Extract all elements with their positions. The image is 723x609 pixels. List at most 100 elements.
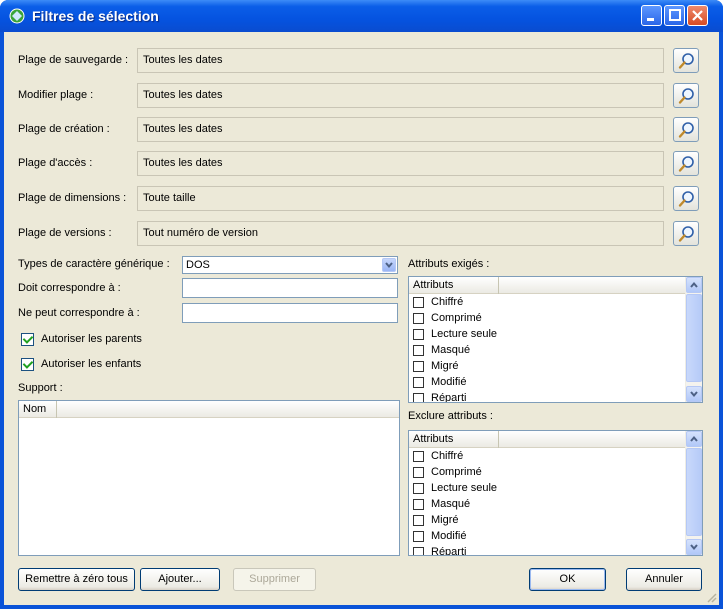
column-header-attributes[interactable]: Attributs [409, 431, 499, 448]
wildcard-value: DOS [186, 259, 210, 271]
magnifier-icon [678, 156, 694, 172]
attribute-label: Lecture seule [431, 328, 498, 340]
allow-parents-checkbox[interactable] [21, 333, 34, 346]
backup-range-field: Toutes les dates [137, 48, 664, 73]
close-button[interactable] [687, 5, 708, 26]
support-list[interactable]: Nom [18, 400, 400, 556]
creation-range-button[interactable] [673, 117, 699, 142]
size-range-field: Toute taille [137, 186, 664, 211]
attribute-label: Lecture seule [431, 482, 498, 494]
must-not-match-label: Ne peut correspondre à : [18, 307, 140, 319]
wildcard-select[interactable]: DOS [182, 256, 398, 274]
magnifier-icon [678, 191, 694, 207]
backup-range-button[interactable] [673, 48, 699, 73]
allow-children-checkbox[interactable] [21, 358, 34, 371]
exclude-attrs-header: Attributs [409, 431, 702, 448]
column-header-attributes[interactable]: Attributs [409, 277, 499, 294]
attribute-checkbox[interactable] [413, 483, 424, 494]
required-attrs-header: Attributs [409, 277, 702, 294]
required-attrs-label: Attributs exigés : [408, 258, 490, 270]
resize-grip-icon[interactable] [705, 591, 717, 603]
must-not-match-input[interactable] [182, 303, 398, 323]
reset-all-button[interactable]: Remettre à zéro tous [18, 568, 135, 591]
attribute-label: Réparti [431, 546, 467, 556]
version-range-field: Tout numéro de version [137, 221, 664, 246]
size-range-button[interactable] [673, 186, 699, 211]
attribute-checkbox[interactable] [413, 499, 424, 510]
attribute-checkbox[interactable] [413, 329, 424, 340]
attribute-checkbox[interactable] [413, 451, 424, 462]
modify-range-label: Modifier plage : [18, 89, 94, 101]
magnifier-icon [678, 122, 694, 138]
dropdown-arrow[interactable] [382, 258, 396, 272]
version-range-label: Plage de versions : [18, 227, 112, 239]
attribute-checkbox[interactable] [413, 467, 424, 478]
scroll-thumb[interactable] [686, 448, 702, 536]
wildcard-label: Types de caractère générique : [18, 258, 170, 270]
attribute-checkbox[interactable] [413, 345, 424, 356]
scroll-down-button[interactable] [686, 539, 702, 555]
version-range-button[interactable] [673, 221, 699, 246]
vertical-scrollbar[interactable] [685, 431, 702, 555]
exclude-attrs-list[interactable]: Attributs Chiffré Comprimé Lecture seule… [408, 430, 703, 556]
scroll-thumb[interactable] [686, 294, 702, 382]
app-icon [9, 8, 25, 24]
chevron-up-icon [690, 281, 698, 288]
dialog-window: Filtres de sélection Plage de sauvegarde… [0, 0, 723, 609]
scroll-down-button[interactable] [686, 386, 702, 402]
delete-button[interactable]: Supprimer [233, 568, 316, 591]
support-label: Support : [18, 382, 63, 394]
title-bar[interactable]: Filtres de sélection [0, 0, 723, 32]
magnifier-icon [678, 53, 694, 69]
window-title: Filtres de sélection [32, 8, 159, 24]
modify-range-field: Toutes les dates [137, 83, 664, 108]
attribute-label: Chiffré [431, 296, 464, 308]
exclude-attrs-label: Exclure attributs : [408, 410, 493, 422]
column-header-name[interactable]: Nom [19, 401, 57, 418]
ok-button[interactable]: OK [529, 568, 606, 591]
add-button[interactable]: Ajouter... [140, 568, 220, 591]
attribute-checkbox[interactable] [413, 361, 424, 372]
chevron-down-icon [385, 262, 393, 269]
support-list-header: Nom [19, 401, 399, 418]
attribute-checkbox[interactable] [413, 547, 424, 555]
chevron-up-icon [690, 435, 698, 442]
attribute-label: Migré [431, 514, 459, 526]
minimize-button[interactable] [641, 5, 662, 26]
attribute-label: Modifié [431, 530, 467, 542]
maximize-icon [669, 9, 681, 21]
maximize-button[interactable] [664, 5, 685, 26]
modify-range-button[interactable] [673, 83, 699, 108]
attribute-checkbox[interactable] [413, 393, 424, 402]
attribute-label: Chiffré [431, 450, 464, 462]
cancel-button[interactable]: Annuler [626, 568, 702, 591]
attribute-checkbox[interactable] [413, 313, 424, 324]
access-range-label: Plage d'accès : [18, 157, 93, 169]
attribute-checkbox[interactable] [413, 297, 424, 308]
attribute-label: Comprimé [431, 466, 482, 478]
vertical-scrollbar[interactable] [685, 277, 702, 402]
creation-range-label: Plage de création : [18, 123, 110, 135]
allow-parents-label: Autoriser les parents [41, 333, 142, 345]
attribute-label: Comprimé [431, 312, 482, 324]
chevron-down-icon [690, 391, 698, 398]
chevron-down-icon [690, 544, 698, 551]
attribute-checkbox[interactable] [413, 531, 424, 542]
must-match-label: Doit correspondre à : [18, 282, 121, 294]
close-icon [692, 10, 703, 21]
creation-range-field: Toutes les dates [137, 117, 664, 142]
attribute-checkbox[interactable] [413, 515, 424, 526]
access-range-button[interactable] [673, 151, 699, 176]
dialog-body: Plage de sauvegarde : Toutes les dates M… [4, 32, 719, 605]
attribute-label: Migré [431, 360, 459, 372]
minimize-icon [647, 18, 654, 21]
size-range-label: Plage de dimensions : [18, 192, 127, 204]
attribute-label: Modifié [431, 376, 467, 388]
must-match-input[interactable] [182, 278, 398, 298]
access-range-field: Toutes les dates [137, 151, 664, 176]
attribute-checkbox[interactable] [413, 377, 424, 388]
scroll-up-button[interactable] [686, 277, 702, 293]
scroll-up-button[interactable] [686, 431, 702, 447]
required-attrs-list[interactable]: Attributs Chiffré Comprimé Lecture seule… [408, 276, 703, 403]
magnifier-icon [678, 88, 694, 104]
